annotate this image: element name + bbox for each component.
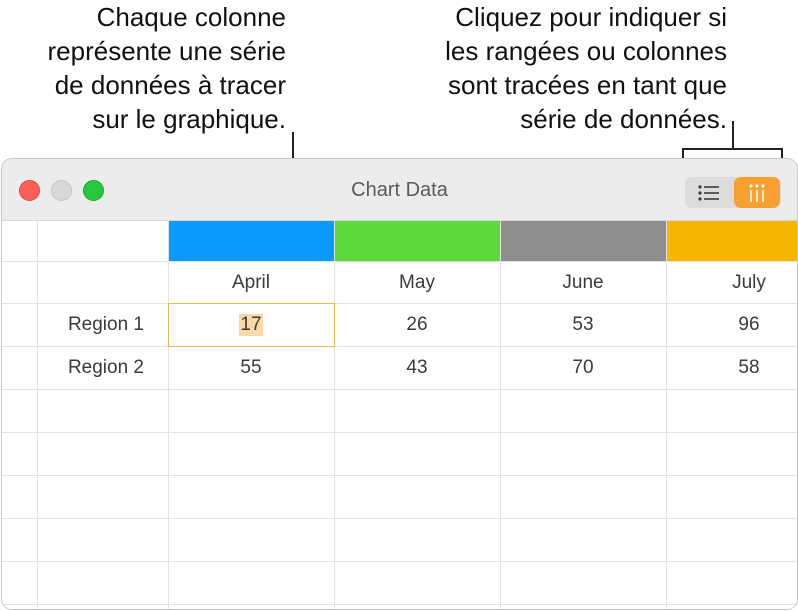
grid-row-divider bbox=[2, 518, 797, 519]
series-color-june[interactable] bbox=[500, 221, 666, 261]
column-header-july[interactable]: July bbox=[666, 262, 797, 304]
column-header-may[interactable]: May bbox=[334, 262, 500, 304]
data-cell[interactable]: 53 bbox=[500, 304, 666, 346]
plot-columns-as-series-button[interactable] bbox=[734, 177, 780, 208]
column-header-june[interactable]: June bbox=[500, 262, 666, 304]
list-rows-icon bbox=[698, 184, 719, 201]
window-title: Chart Data bbox=[351, 179, 448, 201]
callout-series-columns: Chaque colonne représente une série de d… bbox=[47, 2, 286, 134]
row-header-region-2[interactable]: Region 2 bbox=[38, 347, 168, 389]
callout-plot-toggle: Cliquez pour indiquer si les rangées ou … bbox=[445, 2, 727, 134]
grid-row-divider bbox=[2, 475, 797, 476]
callout-right-bracket-stem bbox=[732, 121, 734, 149]
row-header-region-1[interactable]: Region 1 bbox=[38, 304, 168, 346]
series-color-april[interactable] bbox=[168, 221, 334, 261]
data-cell[interactable]: 43 bbox=[334, 347, 500, 389]
grid-row-divider bbox=[2, 432, 797, 433]
grid-row-divider bbox=[2, 561, 797, 562]
callout-right-bracket-right bbox=[781, 148, 783, 158]
grid-row-divider bbox=[2, 604, 797, 605]
plot-rows-as-series-button[interactable] bbox=[686, 177, 732, 208]
grid-row-divider bbox=[2, 389, 797, 390]
data-cell[interactable]: 96 bbox=[666, 304, 797, 346]
data-cell[interactable]: 58 bbox=[666, 347, 797, 389]
series-color-july[interactable] bbox=[666, 221, 797, 261]
columns-icon bbox=[749, 183, 765, 202]
data-cell[interactable]: 26 bbox=[334, 304, 500, 346]
callout-right-bracket-top bbox=[682, 148, 782, 150]
series-color-may[interactable] bbox=[334, 221, 500, 261]
plot-series-toggle bbox=[685, 177, 781, 208]
data-cell[interactable]: 55 bbox=[168, 347, 334, 389]
column-header-april[interactable]: April bbox=[168, 262, 334, 304]
selected-cell-value[interactable]: 17 bbox=[239, 314, 263, 336]
data-cell[interactable]: 17 bbox=[168, 304, 334, 346]
grid-column-divider bbox=[37, 221, 38, 609]
data-cell[interactable]: 70 bbox=[500, 347, 666, 389]
callout-right-bracket-left bbox=[682, 148, 684, 158]
title-bar: Chart Data bbox=[2, 159, 797, 221]
data-grid: April May June July Region 1 17 26 53 96… bbox=[2, 221, 797, 609]
chart-data-window: Chart Data April May June July Region 1 … bbox=[1, 158, 798, 610]
